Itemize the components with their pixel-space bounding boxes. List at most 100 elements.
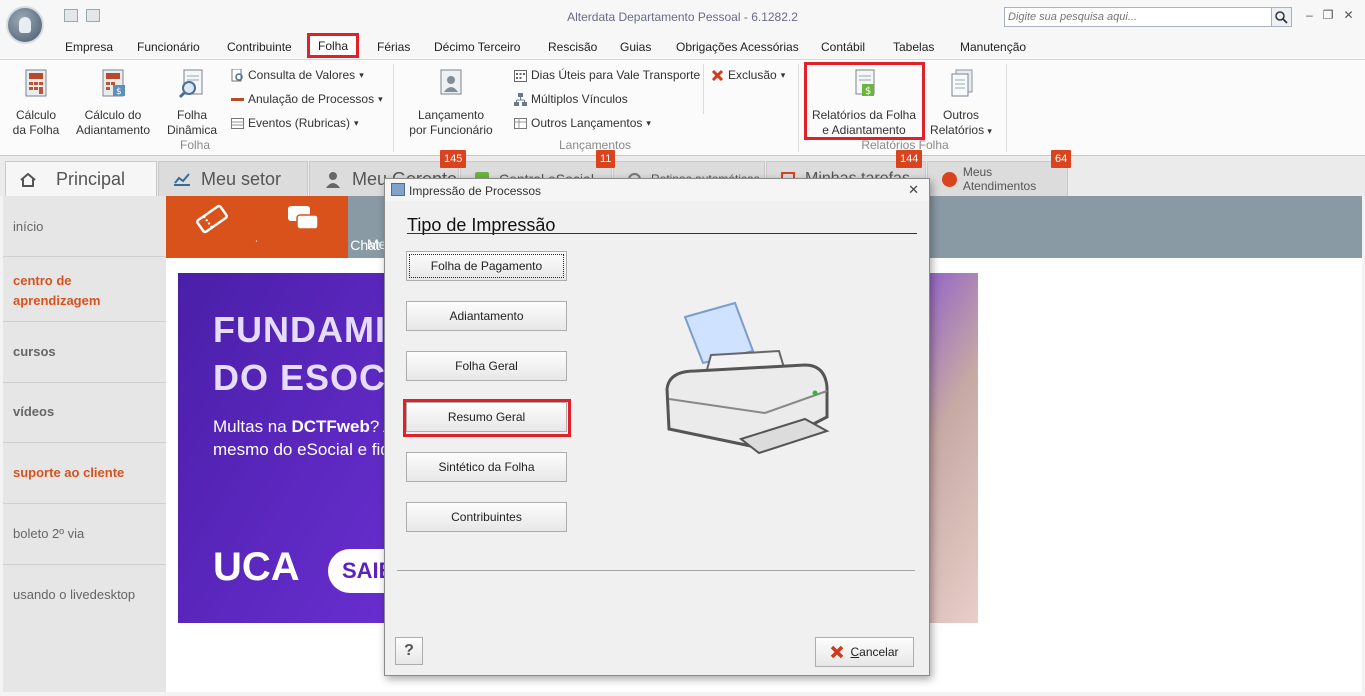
printer-icon [665,301,830,455]
printer-small-icon [391,183,405,196]
menu-ferias[interactable]: Férias [377,40,410,54]
menu-guias[interactable]: Guias [620,40,651,54]
sidebar-item-centro-aprendizagem[interactable]: centro de aprendizagem [13,271,123,311]
consulta-valores-label: Consulta de Valores [248,68,356,82]
multiplos-vinculos-button[interactable]: Múltiplos Vínculos [514,92,628,106]
sintetico-folha-button[interactable]: Sintético da Folha [406,452,567,482]
sidebar-item-videos[interactable]: vídeos [13,404,54,419]
menu-contabil[interactable]: Contábil [821,40,865,54]
calculator-icon [25,69,47,97]
menu-obrigacoes-acessorias[interactable]: Obrigações Acessórias [676,40,799,54]
sidebar-divider [3,382,166,383]
badge-minhas-tarefas-count: 144 [896,150,923,168]
menu-funcionario[interactable]: Funcionário [137,40,200,54]
sidebar-divider [3,256,166,257]
menu-rescisao[interactable]: Rescisão [548,40,597,54]
tab-principal-label: Principal [56,169,126,189]
folha-dinamica-label-2: Dinâmica [166,123,217,137]
group-separator [1006,64,1007,152]
grid-table-icon [514,117,527,129]
hierarchy-icon [514,92,527,106]
folha-geral-button[interactable]: Folha Geral [406,351,567,381]
tab-principal[interactable]: Principal [5,161,157,197]
menu-bar: Empresa Funcionário Contribuinte Folha F… [0,33,1365,59]
tab-meu-setor[interactable]: Meu setor [158,161,308,196]
sidebar-item-livedesktop[interactable]: usando o livedesktop [13,587,135,602]
banner-body-bold: DCTFweb [291,417,370,436]
documents-stack-icon [951,69,973,97]
search-input[interactable] [1005,8,1271,26]
chevron-down-icon: ▾ [359,69,364,80]
eventos-rubricas-button[interactable]: Eventos (Rubricas) ▾ [231,116,359,130]
eventos-rubricas-label: Eventos (Rubricas) [248,116,351,130]
consulta-valores-button[interactable]: Consulta de Valores ▾ [231,68,364,82]
highlight-relatorios-button [804,62,925,140]
cancel-x-icon [831,645,844,659]
sidebar-item-inicio[interactable]: início [13,219,43,234]
folha-dinamica-button[interactable]: Folha Dinâmica [164,68,220,138]
app-menu-orb[interactable] [6,6,44,44]
impressao-processos-dialog: Impressão de Processos ✕ Tipo de Impress… [384,178,930,676]
badge-central-esocial-count: 11 [596,150,616,168]
dias-uteis-button[interactable]: Dias Úteis para Vale Transporte [514,68,700,82]
cancel-label: Cancelar [850,645,898,659]
tab-meus-atendimentos[interactable]: Meus Atendimentos [927,161,1068,196]
tab-meu-setor-label: Meu setor [201,168,282,189]
badge-meus-atendimentos-count: 64 [1051,150,1072,168]
sidebar-item-boleto[interactable]: boleto 2º via [13,526,84,541]
folha-dinamica-label-1: Folha [176,108,208,122]
help-button[interactable]: ? [395,637,423,665]
sidebar-divider [3,503,166,504]
menu-manutencao[interactable]: Manutenção [960,40,1026,54]
document-magnifier-icon [178,69,203,99]
lancamento-funcionario-label-2: por Funcionário [409,123,493,137]
badge-meu-gerente-count: 145 [440,150,467,168]
search-button[interactable] [1271,8,1291,26]
calculo-adiantamento-button[interactable]: $ Cálculo do Adiantamento [72,68,154,138]
search-box [1004,7,1292,27]
banner-body-prefix: Multas na [213,417,292,436]
calculator-money-icon: $ [102,69,125,97]
outros-lancamentos-button[interactable]: Outros Lançamentos ▾ [514,116,651,130]
menu-decimo-terceiro[interactable]: Décimo Terceiro [434,40,520,54]
lancamento-funcionario-label-1: Lançamento [417,108,485,122]
exclusao-button[interactable]: Exclusão ▾ [711,68,785,82]
folha-pagamento-button[interactable]: Folha de Pagamento [406,251,567,281]
contribuintes-button[interactable]: Contribuintes [406,502,567,532]
banner-headline-1: FUNDAMI [213,309,386,350]
cancel-button[interactable]: Cancelar [815,637,914,667]
ribbon: Cálculo da Folha $ Cálculo do Adiantamen… [0,59,1365,156]
group-separator [393,64,394,152]
ticket-tile[interactable]: Ticket [166,196,292,258]
anulacao-processos-button[interactable]: Anulação de Processos ▾ [231,92,383,106]
red-x-icon [711,69,724,81]
menu-tabelas[interactable]: Tabelas [893,40,934,54]
anulacao-processos-label: Anulação de Processos [248,92,375,106]
tab-meus-atendimentos-label: Meus Atendimentos [962,165,1037,193]
sidebar-divider [3,564,166,565]
menu-folha[interactable]: Folha [307,33,360,58]
chat-tile[interactable]: Chat [257,196,380,258]
restore-button[interactable]: ❐ [1323,8,1334,22]
menu-empresa[interactable]: Empresa [65,40,113,54]
close-button[interactable]: ✕ [1343,8,1353,22]
adiantamento-button[interactable]: Adiantamento [406,301,567,331]
highlight-resumo-geral [403,399,571,437]
lancamento-funcionario-button[interactable]: Lançamento por Funcionário [404,68,498,138]
chevron-down-icon: ▾ [378,93,383,104]
dialog-separator [397,570,915,571]
chart-line-icon [174,173,190,186]
calculo-folha-button[interactable]: Cálculo da Folha [10,68,62,138]
sidebar-item-suporte-cliente[interactable]: suporte ao cliente [13,465,124,480]
minimize-button[interactable]: – [1306,8,1313,22]
uca-logo: UCA [213,545,300,589]
outros-relatorios-button[interactable]: Outros Relatórios ▾ [926,68,996,139]
cancel-accelerator: C [850,645,860,659]
menu-contribuinte[interactable]: Contribuinte [227,40,292,54]
chevron-down-icon: ▾ [987,126,992,136]
group-label-folha: Folha [179,138,211,152]
dialog-close-button[interactable]: ✕ [908,182,919,198]
sidebar-item-cursos[interactable]: cursos [13,344,56,359]
support-icon [942,171,957,187]
svg-text:$: $ [116,87,122,97]
